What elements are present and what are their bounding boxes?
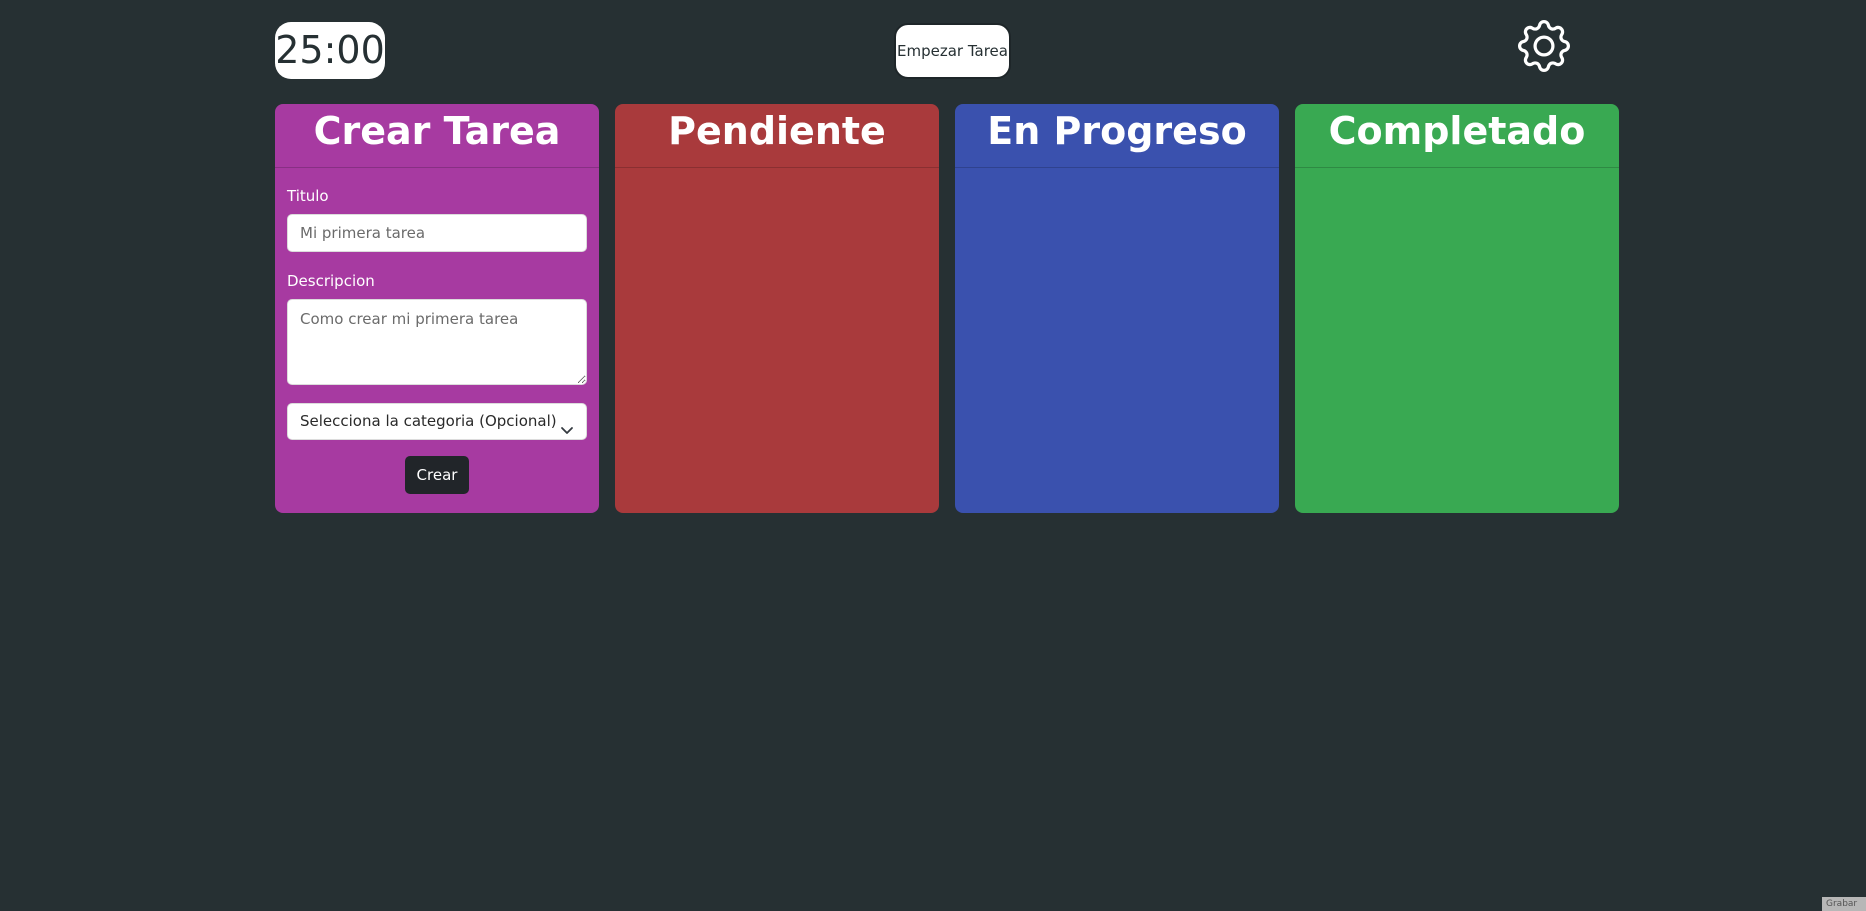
top-bar: 25:00 Empezar Tarea: [0, 0, 1866, 100]
gear-icon[interactable]: [1518, 20, 1570, 72]
in-progress-column: En Progreso: [955, 104, 1279, 513]
in-progress-title: En Progreso: [955, 104, 1279, 168]
category-select[interactable]: Selecciona la categoria (Opcional): [287, 403, 587, 440]
create-task-title: Crear Tarea: [275, 104, 599, 168]
start-task-button[interactable]: Empezar Tarea: [894, 23, 1011, 79]
category-select-value: Selecciona la categoria (Opcional): [300, 412, 557, 430]
pending-column: Pendiente: [615, 104, 939, 513]
description-label: Descripcion: [287, 272, 375, 290]
pomodoro-timer: 25:00: [275, 22, 385, 79]
create-button[interactable]: Crear: [405, 456, 469, 494]
pending-title: Pendiente: [615, 104, 939, 168]
completed-column: Completado: [1295, 104, 1619, 513]
create-task-column: Crear Tarea Titulo Descripcion Seleccion…: [275, 104, 599, 513]
completed-title: Completado: [1295, 104, 1619, 168]
create-task-form: Titulo Descripcion Selecciona la categor…: [275, 168, 599, 494]
description-textarea[interactable]: [287, 299, 587, 385]
recording-indicator[interactable]: Grabar: [1822, 897, 1866, 911]
chevron-down-icon: [560, 415, 574, 434]
title-label: Titulo: [287, 187, 329, 205]
title-input[interactable]: [287, 214, 587, 252]
